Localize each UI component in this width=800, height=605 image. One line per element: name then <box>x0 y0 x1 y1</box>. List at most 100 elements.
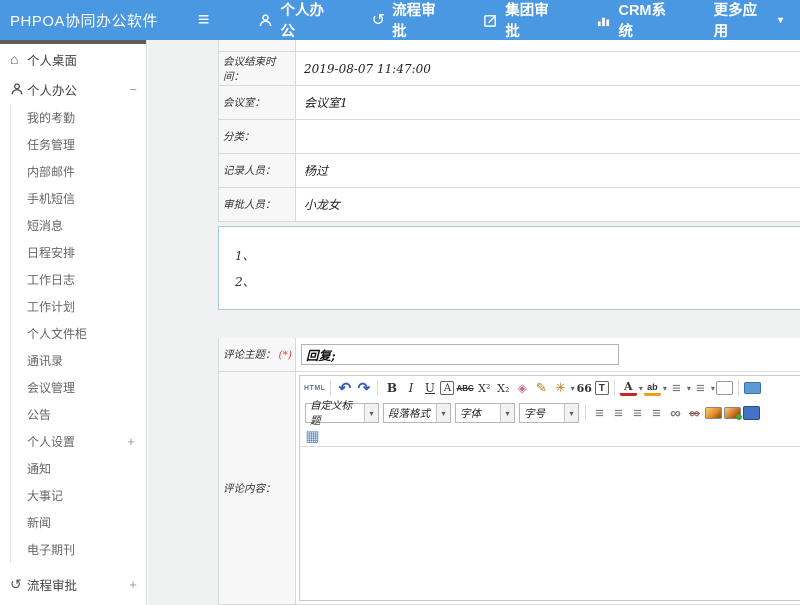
toolbar-separator <box>738 380 739 396</box>
custom-title-select[interactable]: 自定义标题▾ <box>305 403 379 423</box>
undo-icon[interactable]: ↶ <box>335 379 354 398</box>
underline-icon[interactable]: U <box>420 379 439 398</box>
quick-format-icon[interactable]: ✳▾ <box>551 379 575 398</box>
toolbar-separator <box>377 380 378 396</box>
sidebar-subitem-label: 公告 <box>27 406 116 423</box>
highlight-icon[interactable]: ab▾ <box>643 381 667 396</box>
sidebar-item[interactable]: ⌂个人桌面 <box>0 44 146 74</box>
redo-icon[interactable]: ↷ <box>354 379 373 398</box>
sidebar-subitem-label: 电子期刊 <box>27 541 116 558</box>
nav-item[interactable]: 更多应用▾ <box>697 0 800 40</box>
table-row-partial <box>219 40 800 52</box>
paragraph-format-select[interactable]: 段落格式▾ <box>383 403 451 423</box>
sidebar-subitem[interactable]: 通讯录 <box>11 347 146 374</box>
sidebar-subitem[interactable]: 工作日志 <box>11 266 146 293</box>
sidebar-item-label: 流程审批 <box>27 575 120 594</box>
sidebar: ⌂个人桌面个人办公− 我的考勤任务管理内部邮件手机短信短消息日程安排工作日志工作… <box>0 40 147 605</box>
sidebar-item[interactable]: 个人办公− <box>0 74 146 104</box>
expand-toggle-icon[interactable]: + <box>116 434 146 449</box>
editor-toolbar-row3: ▦ <box>300 426 800 446</box>
remove-format-icon[interactable]: ◈ <box>513 379 532 398</box>
media-icon[interactable] <box>742 406 761 420</box>
sidebar-subitem[interactable]: 内部邮件 <box>11 158 146 185</box>
nav-item-label: 流程审批 <box>392 0 449 41</box>
sidebar-subitem[interactable]: 新闻 <box>11 509 146 536</box>
html-source-button[interactable]: HTML <box>303 379 326 398</box>
field-label: 审批人员： <box>219 188 296 221</box>
sidebar-subitem[interactable]: 公告 <box>11 401 146 428</box>
sidebar-subitem[interactable]: 大事记 <box>11 482 146 509</box>
paste-icon[interactable]: T <box>594 381 610 395</box>
font-style-icon[interactable]: A <box>439 381 455 395</box>
caret-down-icon: ▾ <box>500 404 514 422</box>
sidebar-item-label: 个人桌面 <box>27 50 120 69</box>
sidebar-subitem-label: 任务管理 <box>27 136 116 153</box>
image-icon[interactable] <box>704 407 723 419</box>
sidebar-subitem[interactable]: 日程安排 <box>11 239 146 266</box>
minutes-line: 1、 <box>235 243 800 269</box>
justify-icon[interactable]: ≡ <box>647 404 666 423</box>
select-label: 段落格式 <box>384 406 436 421</box>
sidebar-subitem[interactable]: 通知 <box>11 455 146 482</box>
unlink-icon[interactable]: ∞ <box>685 404 704 423</box>
font-color-icon[interactable]: A▾ <box>619 381 643 396</box>
field-value: 会议室1 <box>296 86 800 119</box>
ordered-list-icon[interactable]: ≡▾ <box>667 379 691 398</box>
field-value: 小龙女 <box>296 188 800 221</box>
sidebar-subitem[interactable]: 手机短信 <box>11 185 146 212</box>
blockquote-icon[interactable]: 66 <box>575 379 594 398</box>
bold-icon[interactable]: B <box>382 379 401 398</box>
strikethrough-icon[interactable]: ABC <box>455 379 474 398</box>
table-icon[interactable]: ▦ <box>304 427 321 446</box>
superscript-icon[interactable]: X² <box>475 379 494 398</box>
nav-item-label: CRM系统 <box>618 0 679 41</box>
sidebar-subitem[interactable]: 我的考勤 <box>11 104 146 131</box>
insert-image-icon[interactable] <box>723 407 742 419</box>
history-icon: ↺ <box>372 10 385 30</box>
nav-item[interactable]: ↺ 流程审批 <box>355 0 467 40</box>
sidebar-subitem-label: 工作日志 <box>27 271 116 288</box>
sidebar-subitem[interactable]: 工作计划 <box>11 293 146 320</box>
toolbar-separator <box>614 380 615 396</box>
font-family-select[interactable]: 字体▾ <box>455 403 515 423</box>
expand-toggle-icon[interactable]: + <box>120 577 146 592</box>
field-value: 杨过 <box>296 154 800 187</box>
sidebar-subitem[interactable]: 任务管理 <box>11 131 146 158</box>
sidebar-subitem[interactable]: 电子期刊 <box>11 536 146 563</box>
editor-toolbar-row2: 自定义标题▾段落格式▾字体▾字号▾≡≡≡≡∞∞ <box>300 400 800 426</box>
minutes-line: 2、 <box>235 269 800 295</box>
align-left-icon[interactable]: ≡ <box>590 404 609 423</box>
align-center-icon[interactable]: ≡ <box>609 404 628 423</box>
field-label: 记录人员： <box>219 154 296 187</box>
select-label: 自定义标题 <box>306 398 364 428</box>
sidebar-item[interactable]: ↺流程审批+ <box>0 569 146 599</box>
editor-content-area[interactable] <box>300 447 800 600</box>
sidebar-subitem[interactable]: 短消息 <box>11 212 146 239</box>
subscript-icon[interactable]: X₂ <box>494 379 513 398</box>
toolbar-separator <box>585 405 586 421</box>
unordered-list-icon[interactable]: ≡▾ <box>691 379 715 398</box>
hamburger-menu-icon[interactable]: ≡ <box>184 9 224 32</box>
align-right-icon[interactable]: ≡ <box>628 404 647 423</box>
nav-item[interactable]: CRM系统 <box>579 0 696 40</box>
sidebar-subitem[interactable]: 个人设置+ <box>11 428 146 455</box>
fullscreen-icon[interactable] <box>743 382 762 394</box>
select-label: 字体 <box>456 406 500 421</box>
italic-icon[interactable]: I <box>401 379 420 398</box>
field-value: 2019-08-07 11:47:00 <box>296 52 800 85</box>
brush-icon[interactable]: ✎ <box>532 379 551 398</box>
sidebar-subitem[interactable]: 会议管理 <box>11 374 146 401</box>
select-label: 字号 <box>520 406 564 421</box>
sidebar-item-label: 个人办公 <box>27 80 120 99</box>
sidebar-subitem-label: 日程安排 <box>27 244 116 261</box>
nav-item[interactable]: 个人办公 <box>241 0 354 40</box>
sidebar-subitem[interactable]: 个人文件柜 <box>11 320 146 347</box>
new-page-icon[interactable] <box>715 381 734 395</box>
table-row: 会议室：会议室1 <box>219 86 800 120</box>
nav-item[interactable]: 集团审批 <box>466 0 579 40</box>
expand-toggle-icon[interactable]: − <box>120 82 146 97</box>
field-label: 分类： <box>219 120 296 153</box>
link-icon[interactable]: ∞ <box>666 404 685 423</box>
comment-subject-input[interactable] <box>301 344 619 365</box>
font-size-select[interactable]: 字号▾ <box>519 403 579 423</box>
